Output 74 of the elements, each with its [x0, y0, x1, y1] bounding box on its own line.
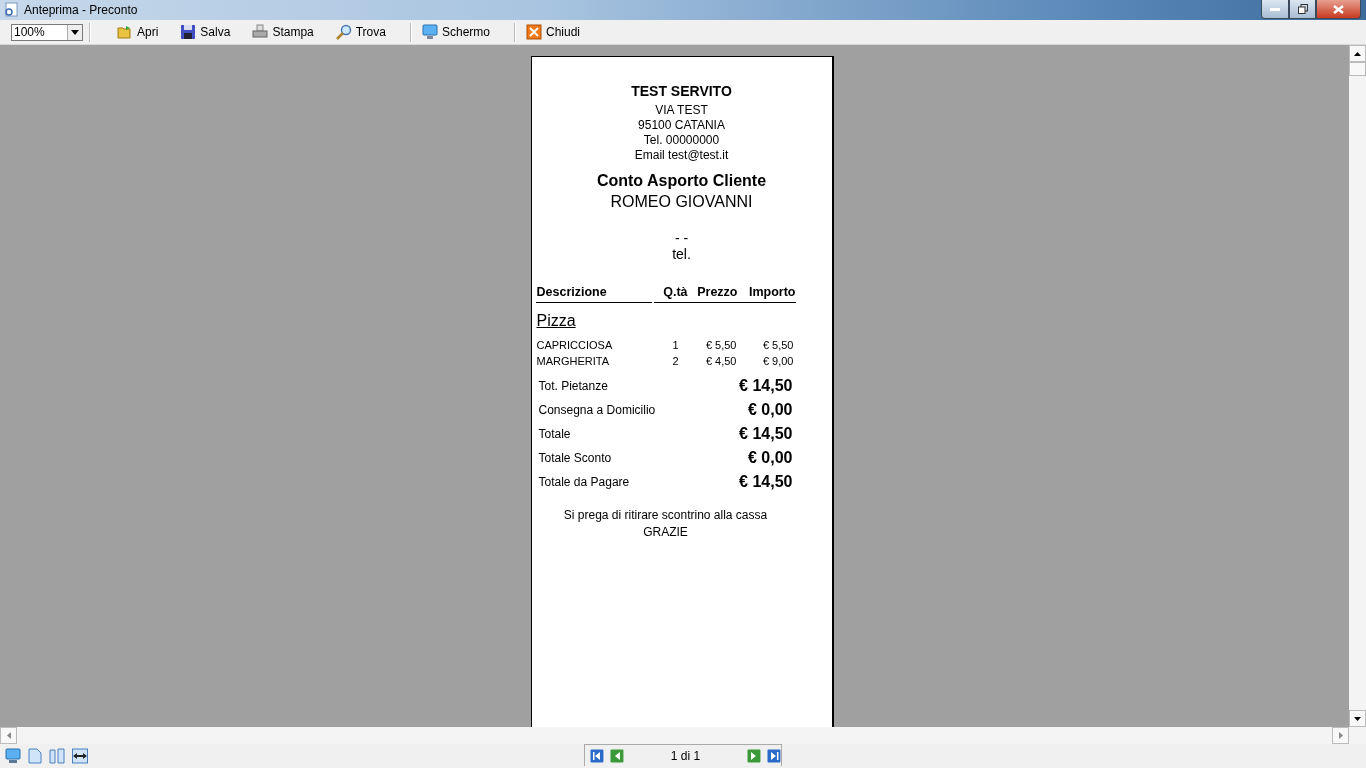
close-icon — [526, 24, 542, 40]
zoom-dropdown[interactable]: 100% — [11, 23, 83, 41]
customer-name: ROMEO GIOVANNI — [609, 192, 754, 212]
total-value: € 14,50 — [739, 377, 793, 395]
vertical-scrollbar[interactable] — [1349, 45, 1366, 727]
column-header: Q.tà — [653, 283, 688, 303]
address-line: VIA TEST — [654, 103, 709, 118]
close-button[interactable]: Chiudi — [522, 21, 585, 43]
close-button[interactable] — [1316, 0, 1361, 19]
single-page-icon[interactable] — [28, 748, 42, 764]
down-arrow-icon — [1354, 716, 1361, 721]
window-title: Anteprima - Preconto — [24, 3, 138, 17]
last-page-button[interactable] — [767, 748, 781, 763]
next-page-button[interactable] — [747, 748, 762, 763]
total-value: € 0,00 — [748, 401, 793, 419]
search-icon — [335, 24, 352, 40]
category-heading: Pizza — [536, 311, 577, 331]
customer-address: - - — [673, 231, 690, 245]
open-button[interactable]: Apri — [113, 21, 163, 43]
total-label: Totale Sconto — [538, 451, 612, 465]
item-amount: € 9,00 — [761, 354, 794, 369]
scroll-up-button[interactable] — [1349, 45, 1366, 62]
page-indicator: 1 di 1 — [669, 748, 702, 763]
scroll-left-button[interactable] — [0, 727, 17, 744]
address-line: Email test@test.it — [633, 148, 730, 163]
screen-button[interactable]: Schermo — [417, 21, 494, 43]
footer-note: Si prega di ritirare scontrino alla cassa — [562, 508, 769, 523]
total-value: € 0,00 — [748, 449, 793, 467]
first-page-button[interactable] — [590, 748, 604, 763]
restore-icon — [1297, 4, 1308, 14]
monitor-icon — [421, 24, 438, 40]
total-label: Totale da Pagare — [538, 475, 630, 489]
customer-phone: tel. — [671, 245, 692, 263]
monitor-icon[interactable] — [5, 748, 21, 764]
fit-width-icon[interactable] — [72, 748, 88, 764]
left-arrow-icon — [6, 732, 11, 739]
find-button[interactable]: Trova — [331, 21, 390, 43]
total-label: Consegna a Domicilio — [538, 403, 656, 417]
document-title: Conto Asporto Cliente — [595, 171, 768, 191]
restore-button[interactable] — [1289, 0, 1316, 19]
minimize-icon — [1270, 7, 1280, 11]
print-button[interactable]: Stampa — [248, 21, 318, 43]
column-header: Importo — [737, 283, 796, 303]
total-value: € 14,50 — [739, 425, 793, 443]
address-line: 95100 CATANIA — [637, 118, 726, 133]
business-name: TEST SERVITO — [630, 83, 733, 100]
horizontal-scrollbar[interactable] — [0, 727, 1366, 744]
total-label: Tot. Pietanze — [538, 379, 608, 393]
footer-note: GRAZIE — [642, 525, 689, 540]
two-pages-icon[interactable] — [49, 748, 65, 764]
total-label: Totale — [538, 427, 571, 441]
save-button[interactable]: Salva — [176, 21, 235, 43]
total-value: € 14,50 — [739, 473, 793, 491]
app-icon — [3, 2, 19, 18]
previous-page-button[interactable] — [609, 748, 624, 763]
close-icon — [1333, 4, 1344, 14]
address-line: Tel. 00000000 — [642, 133, 721, 148]
folder-icon — [117, 24, 133, 40]
column-header: Descrizione — [535, 283, 652, 303]
item-name: MARGHERITA — [535, 354, 611, 369]
item-price: € 4,50 — [704, 354, 737, 369]
item-amount: € 5,50 — [761, 338, 794, 353]
scroll-down-button[interactable] — [1349, 710, 1366, 727]
item-name: CAPRICCIOSA — [535, 338, 614, 353]
item-qty: 1 — [671, 338, 679, 353]
scroll-thumb[interactable] — [1349, 62, 1366, 76]
printer-icon — [252, 24, 269, 40]
item-qty: 2 — [671, 354, 679, 369]
item-price: € 5,50 — [704, 338, 737, 353]
right-arrow-icon — [1338, 732, 1343, 739]
caret-icon — [71, 29, 79, 35]
up-arrow-icon — [1354, 51, 1361, 56]
minimize-button[interactable] — [1261, 0, 1289, 19]
column-header: Prezzo — [687, 283, 738, 303]
